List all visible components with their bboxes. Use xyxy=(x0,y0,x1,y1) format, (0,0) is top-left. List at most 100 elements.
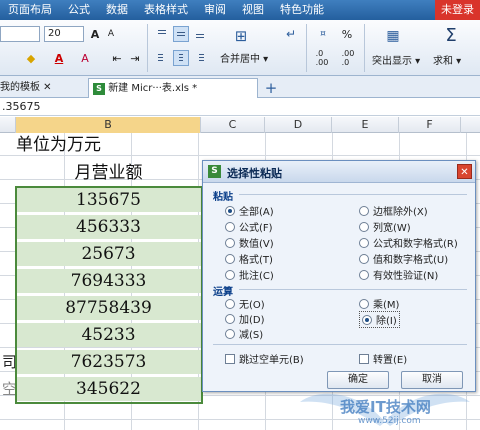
radio-op-add[interactable]: 加(D) xyxy=(225,311,265,326)
menu-special-features[interactable]: 特色功能 xyxy=(272,0,332,20)
radio-op-subtract[interactable]: 减(S) xyxy=(225,326,263,341)
decrease-decimal-icon[interactable]: .00.0 xyxy=(338,49,358,67)
menu-table-style[interactable]: 表格样式 xyxy=(136,0,196,20)
radio-indicator xyxy=(359,221,369,232)
watermark-url: www.52ij.com xyxy=(358,416,421,426)
close-icon[interactable]: ✕ xyxy=(457,164,472,179)
fill-color-icon[interactable]: ◆ xyxy=(24,50,38,66)
radio-op-none[interactable]: 无(O) xyxy=(225,296,265,311)
spreadsheet-icon: S xyxy=(93,83,105,95)
menu-page-layout[interactable]: 页面布局 xyxy=(0,0,60,20)
dialog-title-bar[interactable]: S 选择性粘贴 ✕ xyxy=(203,161,475,183)
font-name-box[interactable] xyxy=(0,26,40,42)
radio-indicator xyxy=(359,269,369,280)
group-divider xyxy=(239,289,467,290)
highlight-icon[interactable]: ▦ xyxy=(382,26,404,46)
radio-paste-values[interactable]: 数值(V) xyxy=(225,235,274,250)
radio-indicator xyxy=(225,221,235,232)
currency-icon[interactable]: ¤ xyxy=(314,26,332,42)
site-watermark: 我爱IT技术网 www.52ij.com xyxy=(290,382,480,430)
tab-my-templates[interactable]: 我的模板 ✕ xyxy=(0,78,80,98)
align-bottom-icon[interactable] xyxy=(192,26,208,42)
decrease-indent-icon[interactable]: ⇤ xyxy=(110,50,124,66)
radio-indicator xyxy=(225,253,235,264)
highlight-button[interactable]: 突出显示 ▾ xyxy=(372,52,420,67)
tab-current-file-label: 新建 Micr···表.xls * xyxy=(108,83,198,94)
checkbox-indicator xyxy=(359,353,369,364)
radio-paste-formulas[interactable]: 公式(F) xyxy=(225,219,273,234)
clear-format-icon[interactable]: A xyxy=(78,50,92,66)
checkbox-indicator xyxy=(225,353,235,364)
menu-formulas[interactable]: 公式 xyxy=(60,0,98,20)
wrap-text-icon[interactable]: ↵ xyxy=(282,26,300,42)
menu-view[interactable]: 视图 xyxy=(234,0,272,20)
login-button[interactable]: 未登录 xyxy=(435,0,480,20)
font-size-box[interactable]: 20 xyxy=(44,26,84,42)
increase-indent-icon[interactable]: ⇥ xyxy=(128,50,142,66)
toolbar-separator xyxy=(147,24,148,72)
cell-header[interactable]: 月营业额 xyxy=(16,161,201,185)
add-tab-button[interactable]: + xyxy=(262,78,280,98)
radio-paste-column-widths[interactable]: 列宽(W) xyxy=(359,219,411,234)
shrink-font-icon[interactable]: A xyxy=(104,26,118,42)
font-size-value: 20 xyxy=(48,28,61,39)
radio-indicator xyxy=(225,298,235,309)
radio-paste-validation[interactable]: 有效性验证(N) xyxy=(359,267,438,282)
column-header-d[interactable]: D xyxy=(265,117,332,133)
group-divider xyxy=(213,344,467,345)
paste-group-label: 粘贴 xyxy=(213,192,233,203)
align-center-icon[interactable] xyxy=(173,50,189,66)
menu-bar: 页面布局 公式 数据 表格样式 审阅 视图 特色功能 未登录 xyxy=(0,0,480,20)
align-top-icon[interactable] xyxy=(154,26,170,42)
radio-indicator xyxy=(359,205,369,216)
radio-paste-comments[interactable]: 批注(C) xyxy=(225,267,274,282)
sum-button[interactable]: 求和 ▾ xyxy=(433,52,461,67)
radio-paste-formats[interactable]: 格式(T) xyxy=(225,251,273,266)
app-logo-icon: S xyxy=(208,165,221,178)
column-header-e[interactable]: E xyxy=(332,117,399,133)
column-header-f[interactable]: F xyxy=(399,117,461,133)
column-headers: B C D E F xyxy=(0,117,480,133)
radio-paste-formulas-and-number-formats[interactable]: 公式和数字格式(R) xyxy=(359,235,458,250)
percent-icon[interactable]: % xyxy=(338,26,356,42)
selection-range xyxy=(15,186,203,404)
column-header-a-fragment[interactable] xyxy=(0,117,16,133)
radio-paste-all[interactable]: 全部(A) xyxy=(225,203,274,218)
radio-indicator xyxy=(359,237,369,248)
radio-indicator xyxy=(225,237,235,248)
toolbar-separator xyxy=(306,24,307,72)
radio-paste-all-except-borders[interactable]: 边框除外(X) xyxy=(359,203,428,218)
align-right-icon[interactable] xyxy=(192,50,208,66)
column-header-b[interactable]: B xyxy=(16,117,201,133)
font-color-icon[interactable]: A xyxy=(52,50,66,66)
dialog-title: 选择性粘贴 xyxy=(227,167,282,180)
checkbox-skip-blanks[interactable]: 跳过空单元(B) xyxy=(225,351,304,366)
column-header-c[interactable]: C xyxy=(201,117,265,133)
radio-indicator xyxy=(225,205,235,216)
radio-op-divide[interactable]: 除(I) xyxy=(359,311,400,328)
grow-font-icon[interactable]: A xyxy=(88,26,102,42)
align-middle-icon[interactable] xyxy=(173,26,189,42)
watermark-text: 我爱IT技术网 xyxy=(340,398,431,416)
radio-paste-values-and-number-formats[interactable]: 值和数字格式(U) xyxy=(359,251,448,266)
formula-bar[interactable]: .35675 xyxy=(0,98,480,116)
document-tab-bar: 我的模板 ✕ S 新建 Micr···表.xls * + xyxy=(0,76,480,98)
increase-decimal-icon[interactable]: .0.00 xyxy=(312,49,332,67)
menu-review[interactable]: 审阅 xyxy=(196,0,234,20)
toolbar-separator xyxy=(364,24,365,72)
merge-center-icon[interactable]: ⊞ xyxy=(226,26,256,46)
align-left-icon[interactable] xyxy=(154,50,170,66)
group-divider xyxy=(239,194,467,195)
ribbon-toolbar: 20 A A ◆ A A ⇤ ⇥ ⊞ 合并居中 ▾ ↵ ¤ % .0.00 .0… xyxy=(0,20,480,76)
radio-indicator xyxy=(359,253,369,264)
cell-unit-label[interactable]: 单位为万元 xyxy=(16,133,201,157)
checkbox-transpose[interactable]: 转置(E) xyxy=(359,351,407,366)
tab-current-file[interactable]: S 新建 Micr···表.xls * xyxy=(88,78,258,98)
sum-icon[interactable]: Σ xyxy=(440,24,462,46)
formula-value: .35675 xyxy=(2,100,41,113)
radio-indicator xyxy=(225,328,235,339)
merge-center-button[interactable]: 合并居中 ▾ xyxy=(220,50,268,65)
radio-op-multiply[interactable]: 乘(M) xyxy=(359,296,399,311)
menu-data[interactable]: 数据 xyxy=(98,0,136,20)
radio-indicator xyxy=(225,313,235,324)
